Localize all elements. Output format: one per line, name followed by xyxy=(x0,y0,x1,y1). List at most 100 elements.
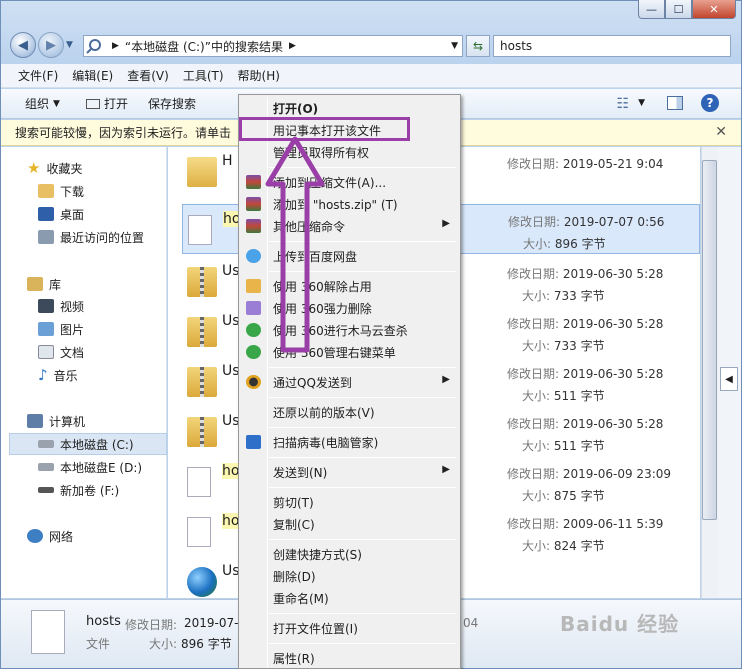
drive-icon xyxy=(38,463,54,471)
breadcrumb-arrow-icon: ▶ xyxy=(288,41,296,51)
nav-videos[interactable]: 视频 xyxy=(38,295,84,317)
baidu-netdisk-icon xyxy=(246,249,261,263)
nav-computer[interactable]: 计算机 xyxy=(27,410,85,432)
window-icon xyxy=(85,98,100,109)
menu-open[interactable]: 打开(O) xyxy=(241,97,458,119)
nav-pictures[interactable]: 图片 xyxy=(38,318,84,340)
preview-pane-icon[interactable] xyxy=(667,96,683,110)
folder-icon xyxy=(187,157,217,187)
details-type: 文件 xyxy=(86,637,111,651)
view-options-icon[interactable]: ☷ xyxy=(616,96,629,112)
documents-icon xyxy=(38,345,54,359)
result-date: 修改日期: 2019-07-07 0:56 xyxy=(508,215,665,229)
videos-icon xyxy=(38,299,54,313)
nav-documents[interactable]: 文档 xyxy=(38,341,84,363)
menu-send-to[interactable]: 发送到(N) ▶ xyxy=(241,461,458,483)
menu-separator xyxy=(269,539,456,540)
scrollbar-thumb[interactable] xyxy=(702,160,717,520)
menu-open-location[interactable]: 打开文件位置(I) xyxy=(241,617,458,639)
nav-desktop[interactable]: 桌面 xyxy=(38,203,84,225)
menu-delete[interactable]: 删除(D) xyxy=(241,565,458,587)
back-button[interactable]: ◀ xyxy=(10,32,36,58)
nav-drive-c[interactable]: 本地磁盘 (C:) xyxy=(9,433,167,455)
result-date: 修改日期: 2019-06-30 5:28 xyxy=(507,367,664,381)
qq-penguin-icon xyxy=(246,375,261,389)
breadcrumb-arrow-icon: ▶ xyxy=(112,41,119,51)
menu-edit[interactable]: 编辑(E) xyxy=(65,67,120,84)
menu-file[interactable]: 文件(F) xyxy=(11,67,65,84)
close-button[interactable]: ✕ xyxy=(692,0,736,19)
nav-libraries[interactable]: 库 xyxy=(27,273,61,295)
help-icon[interactable]: ? xyxy=(701,94,719,112)
360-icon xyxy=(246,323,261,337)
menu-bar: 文件(F) 编辑(E) 查看(V) 工具(T) 帮助(H) xyxy=(1,64,741,88)
save-search-button[interactable]: 保存搜索 xyxy=(138,95,206,112)
menu-separator xyxy=(269,487,456,488)
navigation-pane: ★ 收藏夹 下载 桌面 最近访问的位置 库 视频 图片 文档 ♪ 音乐 计算机 本地… xyxy=(1,147,167,598)
result-date: 修改日期: 2019-06-30 5:28 xyxy=(507,417,664,431)
drive-icon xyxy=(38,440,54,448)
preview-pane: ◀ xyxy=(718,147,741,598)
details-tail: 04 xyxy=(463,616,479,630)
file-icon xyxy=(187,467,211,497)
menu-help[interactable]: 帮助(H) xyxy=(231,67,287,84)
forward-button[interactable]: ▶ xyxy=(38,32,64,58)
nav-favorites[interactable]: ★ 收藏夹 xyxy=(27,157,82,179)
menu-copy[interactable]: 复制(C) xyxy=(241,513,458,535)
music-icon: ♪ xyxy=(38,366,48,384)
menu-separator xyxy=(269,457,456,458)
360-icon xyxy=(246,345,261,359)
refresh-button[interactable]: ⇆ xyxy=(466,35,490,57)
open-button[interactable]: 打开 xyxy=(76,95,138,112)
details-size: 896 字节 xyxy=(181,637,232,651)
recent-pages-dropdown-icon[interactable]: ▼ xyxy=(66,40,73,50)
submenu-arrow-icon: ▶ xyxy=(442,464,450,475)
address-dropdown-icon[interactable]: ▼ xyxy=(451,41,458,51)
close-icon[interactable]: ✕ xyxy=(715,124,727,140)
maximize-button[interactable]: ☐ xyxy=(665,0,692,19)
nav-network[interactable]: 网络 xyxy=(27,525,73,547)
search-input[interactable]: hosts xyxy=(493,35,731,57)
menu-separator xyxy=(269,643,456,644)
desktop-icon xyxy=(38,207,54,221)
drive-icon xyxy=(38,487,54,493)
menu-cut[interactable]: 剪切(T) xyxy=(241,491,458,513)
nav-drive-d[interactable]: 本地磁盘E (D:) xyxy=(38,456,142,478)
result-date: 修改日期: 2019-06-30 5:28 xyxy=(507,317,664,331)
menu-view[interactable]: 查看(V) xyxy=(120,67,176,84)
pictures-icon xyxy=(38,322,54,336)
chevron-down-icon[interactable]: ▼ xyxy=(638,98,645,108)
menu-tools[interactable]: 工具(T) xyxy=(176,67,231,84)
menu-properties[interactable]: 属性(R) xyxy=(241,647,458,669)
menu-restore-versions[interactable]: 还原以前的版本(V) xyxy=(241,401,458,423)
downloads-folder-icon xyxy=(38,184,54,198)
shred-icon xyxy=(246,301,261,315)
nav-downloads[interactable]: 下载 xyxy=(38,180,84,202)
minimize-button[interactable]: — xyxy=(638,0,665,19)
scroll-arrow-icon[interactable]: ◀ xyxy=(720,367,738,391)
submenu-arrow-icon: ▶ xyxy=(442,374,450,385)
winrar-icon xyxy=(246,175,261,189)
window-controls: — ☐ ✕ xyxy=(638,0,736,19)
annotation-arrow-icon xyxy=(265,136,325,353)
menu-separator xyxy=(269,613,456,614)
chevron-down-icon: ▼ xyxy=(53,98,60,109)
nav-drive-f[interactable]: 新加卷 (F:) xyxy=(38,479,119,501)
unlock-icon xyxy=(246,279,261,293)
nav-music[interactable]: ♪ 音乐 xyxy=(38,364,78,386)
menu-create-shortcut[interactable]: 创建快捷方式(S) xyxy=(241,543,458,565)
menu-qq-send[interactable]: 通过QQ发送到 ▶ xyxy=(241,371,458,393)
address-bar[interactable]: ▶ “本地磁盘 (C:)”中的搜索结果 ▶ ▼ xyxy=(83,35,463,57)
menu-rename[interactable]: 重命名(M) xyxy=(241,587,458,609)
result-size: 大小: 511 字节 xyxy=(522,439,605,453)
breadcrumb[interactable]: “本地磁盘 (C:)”中的搜索结果 xyxy=(125,38,283,55)
result-size: 大小: 896 字节 xyxy=(523,237,606,251)
result-size: 大小: 824 字节 xyxy=(522,539,605,553)
nav-recent[interactable]: 最近访问的位置 xyxy=(38,226,144,248)
result-date: 修改日期: 2009-06-11 5:39 xyxy=(507,517,664,531)
result-date: 修改日期: 2019-06-09 23:09 xyxy=(507,467,672,481)
navigation-bar: ◀ ▶ ▼ ▶ “本地磁盘 (C:)”中的搜索结果 ▶ ▼ ⇆ hosts xyxy=(8,30,736,60)
organize-button[interactable]: 组织 ▼ xyxy=(15,95,70,112)
result-size: 大小: 875 字节 xyxy=(522,489,605,503)
menu-virus-scan[interactable]: 扫描病毒(电脑管家) xyxy=(241,431,458,453)
